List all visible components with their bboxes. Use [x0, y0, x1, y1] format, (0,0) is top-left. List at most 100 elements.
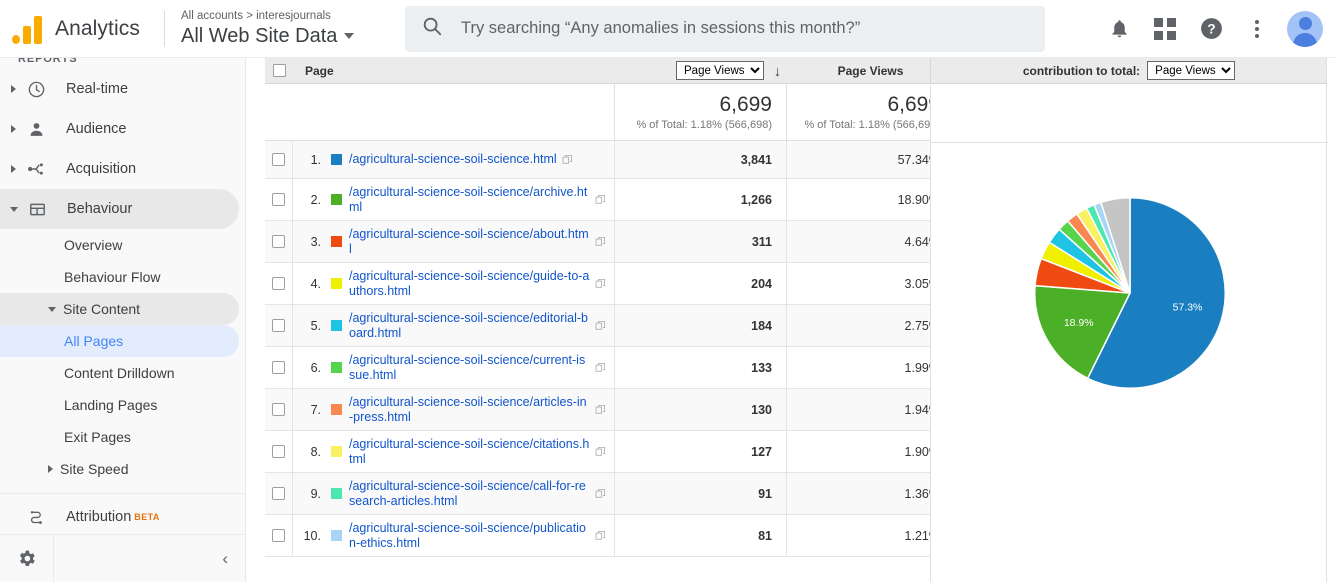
- sidebar-item-label: Acquisition: [66, 161, 137, 177]
- sidebar-item-real-time[interactable]: Real-time: [0, 69, 239, 109]
- avatar[interactable]: [1287, 10, 1323, 47]
- open-in-new-icon[interactable]: [595, 530, 606, 541]
- sidebar-subitem-behaviour-flow[interactable]: Behaviour Flow: [0, 261, 239, 293]
- select-all-cell[interactable]: [265, 64, 293, 77]
- more-options-icon[interactable]: [1241, 13, 1273, 45]
- row-index: 10.: [303, 528, 321, 543]
- sidebar-subitem-all-pages[interactable]: All Pages: [0, 325, 239, 357]
- select-all-checkbox[interactable]: [272, 64, 286, 77]
- main-content: Page Page Views ↓ Page Views 6,699 % of …: [247, 58, 1335, 582]
- search-input[interactable]: [461, 19, 1029, 38]
- row-checkbox-cell[interactable]: [265, 263, 293, 304]
- column-header-page[interactable]: Page: [293, 64, 615, 78]
- page-link[interactable]: /agricultural-science-soil-science/publi…: [349, 521, 590, 551]
- row-page-cell: /agricultural-science-soil-science/publi…: [327, 515, 615, 556]
- page-link[interactable]: /agricultural-science-soil-science/curre…: [349, 353, 590, 383]
- page-link[interactable]: /agricultural-science-soil-science/artic…: [349, 395, 590, 425]
- page-link[interactable]: /agricultural-science-soil-science/guide…: [349, 269, 590, 299]
- row-checkbox-cell[interactable]: [265, 221, 293, 262]
- row-checkbox-cell[interactable]: [265, 431, 293, 472]
- sidebar-item-audience[interactable]: Audience: [0, 109, 239, 149]
- row-checkbox[interactable]: [272, 529, 285, 542]
- row-checkbox-cell[interactable]: [265, 515, 293, 556]
- page-link[interactable]: /agricultural-science-soil-science/archi…: [349, 185, 590, 215]
- row-checkbox-cell[interactable]: [265, 347, 293, 388]
- chevron-right-icon: [48, 465, 53, 473]
- settings-gear-icon[interactable]: [0, 534, 54, 582]
- open-in-new-icon[interactable]: [595, 236, 606, 247]
- sidebar-subitem-overview[interactable]: Overview: [0, 229, 239, 261]
- row-pageviews: 91: [615, 473, 787, 514]
- row-checkbox[interactable]: [272, 319, 285, 332]
- row-percent: 57.34%: [897, 152, 940, 167]
- row-percent: 1.94%: [904, 402, 940, 417]
- sidebar-subitem-label: Content Drilldown: [64, 365, 175, 381]
- row-checkbox[interactable]: [272, 403, 285, 416]
- sidebar-item-acquisition[interactable]: Acquisition: [0, 149, 239, 189]
- row-checkbox-cell[interactable]: [265, 305, 293, 346]
- sidebar-subitem-landing-pages[interactable]: Landing Pages: [0, 389, 239, 421]
- row-percent: 18.90%: [897, 192, 940, 207]
- column-header-pageviews[interactable]: Page Views: [787, 64, 954, 78]
- sidebar-subitem-site-content[interactable]: Site Content: [0, 293, 239, 325]
- row-checkbox[interactable]: [272, 487, 285, 500]
- sidebar-subitem-exit-pages[interactable]: Exit Pages: [0, 421, 239, 453]
- chevron-right-icon: [11, 85, 16, 93]
- bell-icon[interactable]: [1103, 13, 1135, 45]
- row-index: 3.: [310, 234, 321, 249]
- chevron-right-icon: [11, 125, 16, 133]
- chevron-down-icon: [48, 306, 56, 312]
- sidebar-item-behaviour[interactable]: Behaviour: [0, 189, 239, 229]
- page-link[interactable]: /agricultural-science-soil-science/edito…: [349, 311, 590, 341]
- row-checkbox[interactable]: [272, 235, 285, 248]
- open-in-new-icon[interactable]: [595, 488, 606, 499]
- row-page-cell: /agricultural-science-soil-science/guide…: [327, 263, 615, 304]
- row-checkbox[interactable]: [272, 445, 285, 458]
- row-checkbox-cell[interactable]: [265, 179, 293, 220]
- property-title: All Web Site Data: [181, 24, 381, 49]
- pie-chart[interactable]: 57.3% 18.9%: [931, 143, 1328, 443]
- sort-direction-icon[interactable]: ↓: [774, 63, 781, 79]
- help-icon[interactable]: ?: [1195, 13, 1227, 45]
- page-link[interactable]: /agricultural-science-soil-science/about…: [349, 227, 590, 257]
- row-checkbox[interactable]: [272, 361, 285, 374]
- page-link[interactable]: /agricultural-science-soil-science.html: [349, 152, 557, 167]
- open-in-new-icon[interactable]: [595, 404, 606, 415]
- row-checkbox[interactable]: [272, 153, 285, 166]
- contribution-metric-select[interactable]: Page Views: [1147, 61, 1236, 80]
- open-in-new-icon[interactable]: [562, 154, 573, 165]
- row-checkbox[interactable]: [272, 193, 285, 206]
- sort-metric-select[interactable]: Page Views: [676, 61, 764, 80]
- account-selector[interactable]: All accounts > interesjournals All Web S…: [181, 9, 381, 49]
- analytics-logo-block[interactable]: Analytics: [0, 14, 160, 44]
- totals-subtext: % of Total: 1.18% (566,698): [636, 118, 772, 131]
- search-bar[interactable]: [405, 5, 1045, 52]
- row-checkbox-cell[interactable]: [265, 389, 293, 430]
- row-pageviews: 204: [615, 263, 787, 304]
- pie-chart-svg[interactable]: 57.3% 18.9%: [1030, 193, 1230, 393]
- top-icon-group: ?: [1103, 10, 1335, 47]
- open-in-new-icon[interactable]: [595, 446, 606, 457]
- row-checkbox[interactable]: [272, 277, 285, 290]
- row-checkbox-cell[interactable]: [265, 141, 293, 178]
- row-pageviews: 184: [615, 305, 787, 346]
- sidebar-subitem-content-drilldown[interactable]: Content Drilldown: [0, 357, 239, 389]
- open-in-new-icon[interactable]: [595, 278, 606, 289]
- open-in-new-icon[interactable]: [595, 362, 606, 373]
- row-page-cell: /agricultural-science-soil-science/artic…: [327, 389, 615, 430]
- series-color-swatch: [331, 404, 342, 415]
- row-pageviews: 130: [615, 389, 787, 430]
- row-pageviews: 3,841: [615, 141, 787, 178]
- sidebar-item-attribution[interactable]: Attribution BETA: [0, 497, 239, 537]
- sidebar-subitem-site-speed[interactable]: Site Speed: [0, 453, 239, 485]
- open-in-new-icon[interactable]: [595, 194, 606, 205]
- page-link[interactable]: /agricultural-science-soil-science/call-…: [349, 479, 590, 509]
- chevron-down-icon: [344, 33, 355, 39]
- page-link[interactable]: /agricultural-science-soil-science/citat…: [349, 437, 590, 467]
- collapse-sidebar-icon[interactable]: ‹: [54, 549, 245, 569]
- open-in-new-icon[interactable]: [595, 320, 606, 331]
- sidebar-subitem-label: Landing Pages: [64, 397, 158, 413]
- row-checkbox-cell[interactable]: [265, 473, 293, 514]
- property-title-text: All Web Site Data: [181, 24, 338, 47]
- apps-grid-icon[interactable]: [1149, 13, 1181, 45]
